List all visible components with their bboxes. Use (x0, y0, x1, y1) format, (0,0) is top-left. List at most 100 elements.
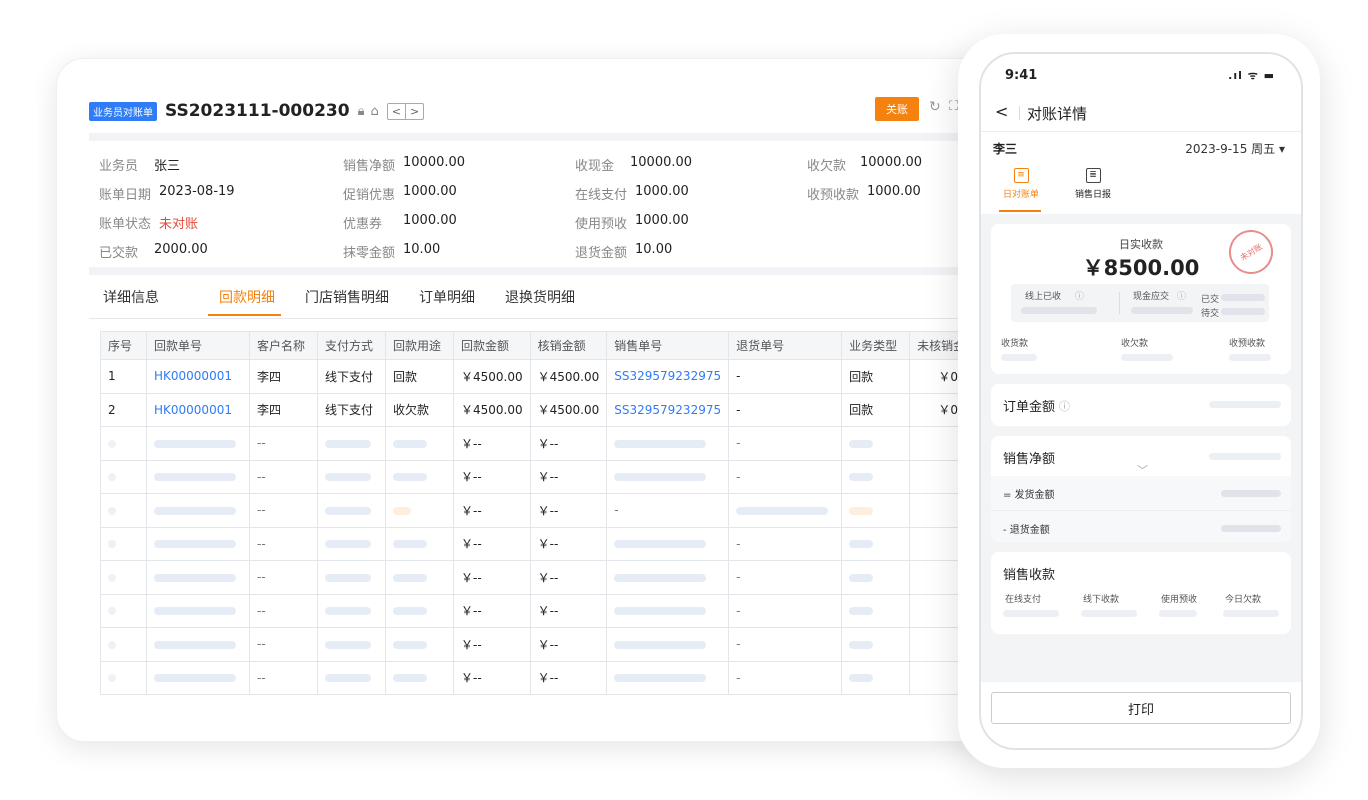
cell-money-dash: ￥-- (461, 637, 482, 652)
next-record-button[interactable]: > (404, 103, 423, 119)
table-cell: ￥-- (529, 593, 608, 628)
lock-icon[interactable]: 🔒︎ (358, 104, 365, 119)
prev-record-button[interactable]: < (388, 104, 405, 119)
payment-no-link[interactable]: HK00000001 (146, 359, 250, 394)
placeholder-bar (849, 439, 874, 448)
tab-store-sales[interactable]: 门店销售明细 (305, 287, 389, 307)
cash-due-label: 现金应交 (1133, 292, 1170, 302)
sales-no-link[interactable]: SS329579232975 (606, 359, 730, 394)
cell-hyphen: - (736, 570, 741, 585)
info-icon[interactable]: ⓘ (1075, 289, 1084, 302)
table-cell (100, 459, 147, 494)
table-cell (146, 560, 250, 595)
placeholder-bar (325, 473, 371, 482)
tab-orders[interactable]: 订单明细 (419, 287, 475, 307)
payment-no-link[interactable]: HK00000001 (146, 392, 250, 427)
table-row[interactable]: 2 HK00000001 李四 线下支付 收欠款 ￥4500.00 ￥4500.… (100, 392, 986, 427)
print-button[interactable]: 打印 (991, 692, 1291, 724)
table-cell: ￥-- (453, 493, 531, 528)
cash-summary-box: 线上已收 ⓘ 现金应交 ⓘ 已交 待交 (1011, 284, 1269, 322)
table-cell (606, 593, 730, 628)
info-rounding: 抹零金额 10.00 (343, 242, 441, 261)
cell-money-dash: ￥-- (537, 503, 559, 518)
placeholder-bar (325, 540, 371, 549)
placeholder-bar (1223, 610, 1279, 617)
table-row-placeholder: --￥--￥---￥- (100, 660, 986, 695)
table-cell: - (728, 627, 843, 662)
net-sales-card[interactable]: 销售净额 ﹀ = 发货金额 - 退货金额 (991, 436, 1291, 542)
table-cell: ￥-- (529, 560, 608, 595)
online-received-label: 线上已收 (1025, 292, 1062, 302)
placeholder-bar (614, 540, 707, 549)
fullscreen-icon[interactable]: ⛶ (949, 99, 958, 114)
table-cell (841, 459, 911, 494)
table-cell (146, 627, 250, 662)
use-prepaid-label: 使用预收 (1161, 595, 1198, 605)
placeholder-bar (325, 573, 371, 582)
order-amount-card[interactable]: 订单金额 ⓘ (991, 384, 1291, 426)
table-row[interactable]: 1 HK00000001 李四 线下支付 回款 ￥4500.00 ￥4500.0… (100, 359, 986, 394)
table-cell (317, 560, 386, 595)
placeholder-bar (1001, 354, 1037, 361)
table-cell (606, 459, 730, 494)
tab-returns[interactable]: 退换货明细 (505, 287, 575, 307)
tab-sales-report[interactable]: ≣ 销售日报 (1071, 168, 1115, 200)
cell-money-dash: ￥-- (461, 503, 482, 518)
tag-icon[interactable]: ⌂ (370, 104, 378, 119)
placeholder-bar (849, 473, 874, 482)
placeholder-bar (1221, 525, 1281, 532)
table-cell (841, 660, 911, 695)
placeholder-bar (393, 674, 427, 683)
cell-pay-method: 线下支付 (317, 359, 386, 394)
placeholder-bar (1209, 401, 1281, 408)
placeholder-dot (108, 640, 116, 649)
refresh-icon[interactable]: ↻ (929, 99, 941, 115)
table-cell: ￥-- (453, 627, 531, 662)
table-header-row: 序号 回款单号 客户名称 支付方式 回款用途 回款金额 核销金额 销售单号 退货… (100, 331, 986, 360)
tab-payment-details[interactable]: 回款明细 (219, 287, 275, 307)
cell-amount: ￥4500.00 (453, 359, 531, 394)
col-header: 序号 (100, 331, 147, 360)
placeholder-bar (154, 540, 236, 549)
table-cell (317, 593, 386, 628)
back-icon[interactable]: < (995, 102, 1008, 121)
cell-money-dash: ￥-- (537, 604, 559, 619)
close-account-button[interactable]: 关账 (875, 97, 919, 121)
placeholder-bar (614, 640, 707, 649)
sales-no-link[interactable]: SS329579232975 (606, 392, 730, 427)
cell-hyphen: - (736, 536, 741, 551)
date-picker[interactable]: 2023-9-15 周五 ▾ (1185, 140, 1285, 157)
table-cell (317, 426, 386, 461)
placeholder-dot (108, 473, 116, 482)
placeholder-bar (325, 506, 371, 515)
cell-index: 2 (100, 392, 147, 427)
placeholder-bar (154, 473, 236, 482)
tab-details[interactable]: 详细信息 (103, 287, 159, 307)
placeholder-bar (849, 674, 874, 683)
table-cell (100, 660, 147, 695)
cell-customer: 李四 (249, 359, 318, 394)
table-cell (146, 426, 250, 461)
placeholder-bar (614, 607, 707, 616)
table-cell (385, 459, 454, 494)
table-cell: ￥-- (529, 426, 608, 461)
cell-index: 1 (100, 359, 147, 394)
col-header: 支付方式 (317, 331, 386, 360)
placeholder-bar (614, 674, 707, 683)
table-cell (385, 426, 454, 461)
info-icon[interactable]: ⓘ (1177, 289, 1186, 302)
cell-money-dash: ￥-- (537, 671, 559, 686)
nav-bar: < 对账详情 (981, 98, 1301, 132)
placeholder-bar (614, 573, 707, 582)
table-cell: - (728, 593, 843, 628)
placeholder-dot (108, 439, 116, 448)
page-title: 对账详情 (1027, 105, 1088, 123)
tab-daily-statement[interactable]: ≡ 日对账单 (999, 168, 1043, 200)
info-icon[interactable]: ⓘ (1059, 398, 1070, 414)
table-cell: -- (249, 560, 318, 595)
return-amount-label: - 退货金额 (1003, 525, 1050, 536)
tab-label: 日对账单 (1002, 190, 1039, 200)
tab-label: 销售日报 (1074, 190, 1111, 200)
phone-screen: 9:41 .ıl ᯤ ▬ < 对账详情 李三 2023-9-15 周五 ▾ ≡ … (979, 52, 1303, 750)
placeholder-dot (108, 506, 116, 515)
